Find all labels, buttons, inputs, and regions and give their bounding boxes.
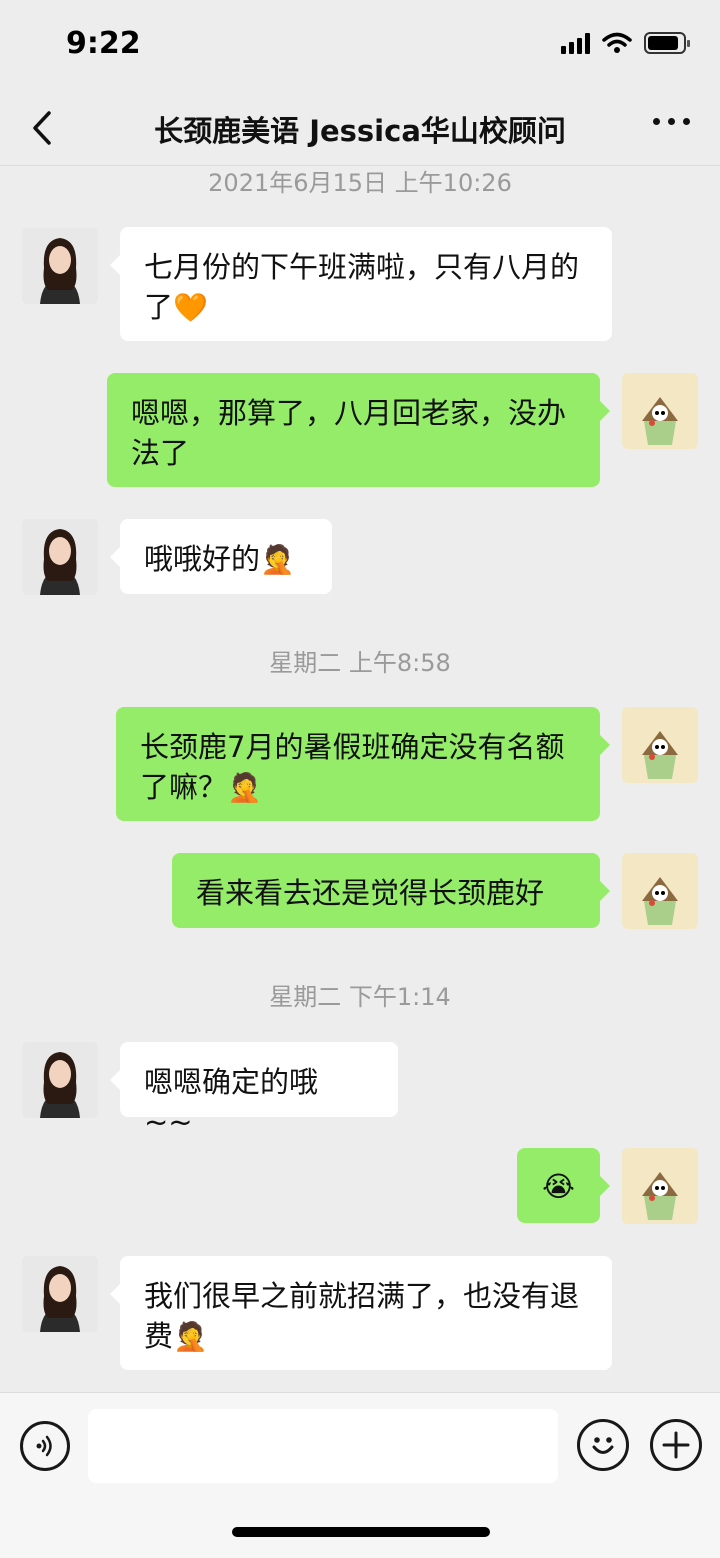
battery-icon [644,32,690,54]
contact-avatar[interactable] [22,1042,98,1118]
self-avatar[interactable] [622,1148,698,1224]
message-bubble[interactable]: 哦哦好的🤦 [110,519,332,594]
message-bubble[interactable]: 长颈鹿7月的暑假班确定没有名额了嘛？🤦 [116,707,610,821]
message-text: 哦哦好的 [144,542,261,576]
self-avatar[interactable] [622,373,698,449]
contact-avatar[interactable] [22,519,98,595]
wifi-icon [602,32,632,53]
message-bubble[interactable]: 嗯嗯确定的哦 ~~ [110,1042,398,1139]
status-icons [561,32,690,54]
message-bubble[interactable]: 七月份的下午班满啦，只有八月的了🧡 [110,227,612,341]
chat-header: 长颈鹿美语 Jessica华山校顾问 [0,90,720,166]
facepalm-emoji-icon: 🤦 [260,543,295,576]
message-text: 嗯嗯，那算了，八月回老家，没办法了 [131,396,567,470]
message-text: 七月份的下午班满啦，只有八月的了 [144,250,580,324]
crying-emoji-icon: 😭 [542,1170,575,1203]
cellular-signal-icon [561,32,590,54]
home-indicator [232,1527,490,1537]
message-bubble[interactable]: 嗯嗯，那算了，八月回老家，没办法了 [107,373,610,487]
emoji-face-icon[interactable] [577,1419,629,1471]
message-input[interactable] [88,1409,558,1483]
chevron-left-icon[interactable] [22,104,62,152]
message-bubble[interactable]: 我们很早之前就招满了，也没有退费🤦 [110,1256,612,1370]
contact-avatar[interactable] [22,1256,98,1332]
contact-avatar[interactable] [22,228,98,304]
chat-title: 长颈鹿美语 Jessica华山校顾问 [154,114,566,148]
status-bar: 9:22 [0,0,720,90]
status-time: 9:22 [66,26,141,61]
chat-input-bar [0,1392,720,1558]
self-avatar[interactable] [622,853,698,929]
message-bubble[interactable]: 😭 [517,1148,610,1223]
chat-timestamp: 2021年6月15日 上午10:26 [208,169,512,197]
more-dots-icon[interactable] [653,118,690,125]
message-text: 嗯嗯确定的哦 ~~ [144,1065,319,1139]
facepalm-emoji-icon: 🤦 [173,1320,208,1353]
message-text: 我们很早之前就招满了，也没有退费 [144,1279,580,1353]
chat-timestamp: 星期二 下午1:14 [269,983,451,1011]
chat-timestamp: 星期二 上午8:58 [269,649,451,677]
plus-icon[interactable] [650,1419,702,1471]
self-avatar[interactable] [622,707,698,783]
message-text: 长颈鹿7月的暑假班确定没有名额了嘛？ [140,730,565,804]
voice-icon[interactable] [20,1421,70,1471]
message-bubble[interactable]: 看来看去还是觉得长颈鹿好 [172,853,610,928]
facepalm-emoji-icon: 🤦 [227,771,262,804]
message-text: 看来看去还是觉得长颈鹿好 [196,876,545,910]
heart-icon: 🧡 [173,291,208,324]
